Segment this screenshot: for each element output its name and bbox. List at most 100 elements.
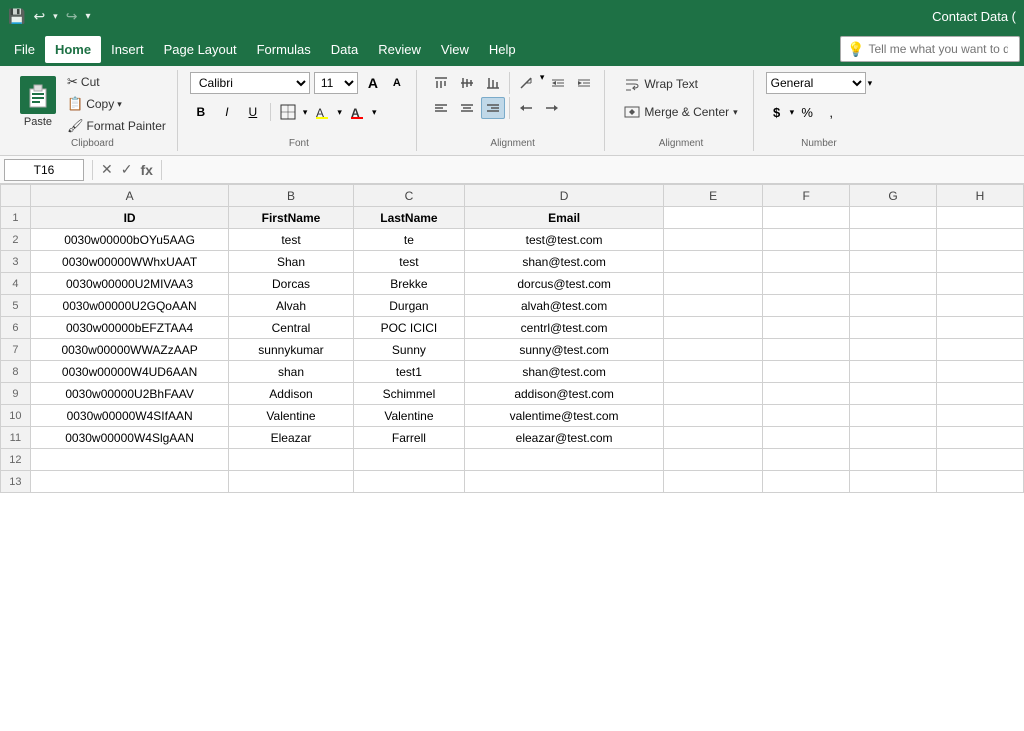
left-align-button[interactable] [429,97,453,119]
col-header-h[interactable]: H [937,185,1024,207]
cell-5-F[interactable] [763,295,850,317]
cell-5-H[interactable] [937,295,1024,317]
cell-7-A[interactable]: 0030w00000WWAZzAAP [30,339,229,361]
cell-12-A[interactable] [30,449,229,471]
cell-8-G[interactable] [850,361,937,383]
menu-view[interactable]: View [431,36,479,63]
font-color-dropdown[interactable]: ▾ [372,107,377,118]
formula-input[interactable] [170,163,1020,177]
cell-1-E[interactable] [663,207,762,229]
redo-icon[interactable]: ↪ [66,8,78,25]
cell-5-A[interactable]: 0030w00000U2GQoAAN [30,295,229,317]
cell-1-H[interactable] [937,207,1024,229]
confirm-formula-icon[interactable]: ✓ [121,161,133,178]
menu-page-layout[interactable]: Page Layout [154,36,247,63]
center-align-button[interactable] [455,97,479,119]
cell-12-G[interactable] [850,449,937,471]
cell-9-D[interactable]: addison@test.com [465,383,664,405]
rtl-button[interactable] [514,97,538,119]
copy-dropdown-arrow[interactable]: ▾ [117,99,122,110]
indent-increase-button[interactable] [572,72,596,94]
merge-dropdown-arrow[interactable]: ▾ [733,107,738,118]
cell-9-G[interactable] [850,383,937,405]
save-icon[interactable]: 💾 [8,8,25,25]
cell-6-H[interactable] [937,317,1024,339]
col-header-a[interactable]: A [30,185,229,207]
cell-5-E[interactable] [663,295,762,317]
menu-file[interactable]: File [4,36,45,63]
cell-12-H[interactable] [937,449,1024,471]
number-format-select[interactable]: General [766,72,866,94]
underline-button[interactable]: U [242,101,264,123]
cell-11-A[interactable]: 0030w00000W4SlgAAN [30,427,229,449]
cell-11-H[interactable] [937,427,1024,449]
col-header-f[interactable]: F [763,185,850,207]
cell-10-A[interactable]: 0030w00000W4SIfAAN [30,405,229,427]
cell-8-B[interactable]: shan [229,361,353,383]
cut-button[interactable]: ✂ Cut [64,72,169,92]
cell-2-D[interactable]: test@test.com [465,229,664,251]
cell-13-C[interactable] [353,471,465,493]
cell-9-E[interactable] [663,383,762,405]
fill-dropdown[interactable]: ▾ [337,107,342,118]
cell-8-D[interactable]: shan@test.com [465,361,664,383]
cell-12-C[interactable] [353,449,465,471]
cell-2-C[interactable]: te [353,229,465,251]
search-input[interactable] [868,42,1008,56]
cell-11-D[interactable]: eleazar@test.com [465,427,664,449]
cell-11-F[interactable] [763,427,850,449]
indent-decrease-button[interactable] [546,72,570,94]
cell-11-B[interactable]: Eleazar [229,427,353,449]
cell-9-H[interactable] [937,383,1024,405]
cell-3-E[interactable] [663,251,762,273]
cell-12-B[interactable] [229,449,353,471]
italic-button[interactable]: I [216,101,238,123]
cell-6-G[interactable] [850,317,937,339]
cell-8-H[interactable] [937,361,1024,383]
cell-3-A[interactable]: 0030w00000WWhxUAAT [30,251,229,273]
cell-10-G[interactable] [850,405,937,427]
grow-font-button[interactable]: A [362,72,384,94]
cell-1-G[interactable] [850,207,937,229]
font-size-select[interactable]: 11 [314,72,358,94]
top-align-button[interactable] [429,72,453,94]
col-header-d[interactable]: D [465,185,664,207]
search-box[interactable]: 💡 [840,36,1020,62]
borders-button[interactable] [277,101,299,123]
cell-10-C[interactable]: Valentine [353,405,465,427]
cell-7-E[interactable] [663,339,762,361]
cell-5-G[interactable] [850,295,937,317]
cell-12-D[interactable] [465,449,664,471]
menu-review[interactable]: Review [368,36,431,63]
cell-7-B[interactable]: sunnykumar [229,339,353,361]
dollar-dropdown[interactable]: ▾ [790,107,795,118]
cell-5-B[interactable]: Alvah [229,295,353,317]
cancel-formula-icon[interactable]: ✕ [101,161,113,178]
cell-2-F[interactable] [763,229,850,251]
cell-10-E[interactable] [663,405,762,427]
cell-11-G[interactable] [850,427,937,449]
col-header-c[interactable]: C [353,185,465,207]
cell-1-A[interactable]: ID [30,207,229,229]
cell-13-E[interactable] [663,471,762,493]
cell-3-D[interactable]: shan@test.com [465,251,664,273]
cell-3-G[interactable] [850,251,937,273]
cell-6-F[interactable] [763,317,850,339]
cell-13-G[interactable] [850,471,937,493]
cell-7-G[interactable] [850,339,937,361]
cell-4-G[interactable] [850,273,937,295]
middle-align-button[interactable] [455,72,479,94]
menu-home[interactable]: Home [45,36,101,63]
col-header-e[interactable]: E [663,185,762,207]
cell-13-A[interactable] [30,471,229,493]
borders-dropdown[interactable]: ▾ [303,107,308,118]
dollar-button[interactable]: $ [766,101,788,123]
menu-formulas[interactable]: Formulas [247,36,321,63]
cell-9-A[interactable]: 0030w00000U2BhFAAV [30,383,229,405]
cell-1-F[interactable] [763,207,850,229]
paste-button[interactable]: Paste [16,72,60,132]
cell-6-E[interactable] [663,317,762,339]
menu-data[interactable]: Data [321,36,368,63]
font-color-button[interactable]: A [346,101,368,123]
cell-6-B[interactable]: Central [229,317,353,339]
